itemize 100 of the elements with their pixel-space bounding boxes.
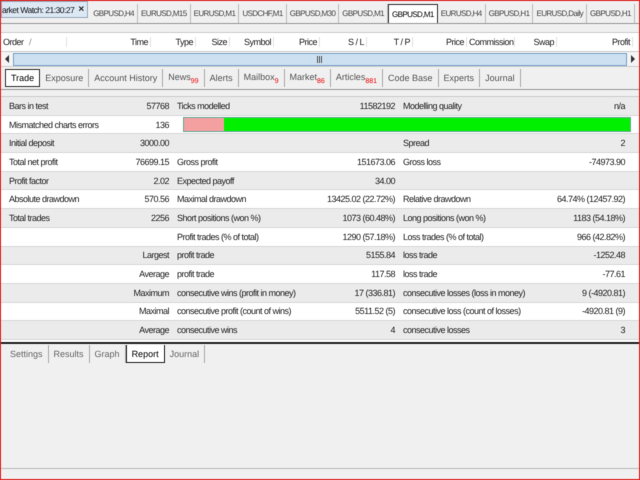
report-label: Absolute drawdown <box>8 194 80 204</box>
chart-tab[interactable]: GBPUSD,H1 <box>587 4 635 23</box>
report-value: 151673.06 <box>356 156 396 167</box>
report-label: loss trade <box>402 250 438 260</box>
tester-tab[interactable]: Settings <box>5 345 49 363</box>
column-header[interactable]: Swap <box>515 37 557 47</box>
report-value: 136 <box>154 120 170 130</box>
report-label: Short positions (won %) <box>176 212 262 223</box>
report-value: 11582192 <box>358 100 396 111</box>
chart-tab[interactable]: USDCHF,M1 <box>239 4 287 23</box>
report-value: 1183 (54.18%) <box>572 212 626 223</box>
report-label: profit trade <box>176 250 216 260</box>
column-header[interactable]: Profit <box>557 37 633 47</box>
report-value: 1290 (57.18%) <box>341 232 396 242</box>
report-value: 34.00 <box>374 176 396 186</box>
grip-icon <box>317 56 323 62</box>
report-value: Largest <box>141 250 170 260</box>
report-label: Mismatched charts errors <box>8 120 100 130</box>
report-value: Maximum <box>132 288 170 298</box>
tester-tab[interactable]: Results <box>48 345 90 363</box>
report-label: Bars in test <box>8 100 50 111</box>
report-value: Average <box>138 269 170 280</box>
report-label: Maximal drawdown <box>176 194 248 204</box>
terminal-tab[interactable]: Market$_{86}$ <box>284 69 331 87</box>
report-label: Ticks modelled <box>176 100 231 111</box>
terminal-tab[interactable]: Exposure <box>40 69 90 87</box>
terminal-tab[interactable]: News$_{99}$ <box>163 69 205 87</box>
tester-tab[interactable]: Journal <box>164 345 206 363</box>
terminal-tab[interactable]: Trade <box>5 69 40 87</box>
column-header[interactable]: Symbol <box>230 37 274 47</box>
terminal-tab[interactable]: Alerts <box>204 69 239 87</box>
chart-tab[interactable]: GBPUSD,M1 <box>388 4 438 23</box>
column-header[interactable]: Time <box>67 37 151 47</box>
terminal-tab[interactable]: Account History <box>89 69 164 87</box>
column-header[interactable]: Order <box>1 37 27 47</box>
report-label: Spread <box>402 138 430 148</box>
terminal-tab[interactable]: Articles$_{881}$ <box>330 69 384 87</box>
column-header[interactable]: / <box>27 37 67 47</box>
market-watch-title: arket Watch: 21:30:27 <box>2 4 74 14</box>
report-value: 9 (-4920.81) <box>580 288 626 298</box>
tester-tab[interactable]: Report <box>126 345 165 363</box>
report-value: Maximal <box>138 306 170 316</box>
chart-tab[interactable]: EURUSD,M15 <box>138 4 191 23</box>
report-label: consecutive losses (loss in money) <box>402 288 526 298</box>
horizontal-scrollbar[interactable] <box>1 52 639 67</box>
report-label: consecutive profit (count of wins) <box>176 306 292 316</box>
scrollbar-thumb[interactable] <box>13 52 627 66</box>
terminal-tab[interactable]: Journal <box>480 69 521 87</box>
chart-tab[interactable]: EURUSD,H4 <box>438 4 486 23</box>
report-label: Initial deposit <box>8 138 56 148</box>
terminal-tab[interactable]: Experts <box>438 69 480 87</box>
report-label: Long positions (won %) <box>402 212 487 223</box>
report-value: 17 (336.81) <box>353 288 396 298</box>
report-label: consecutive loss (count of losses) <box>402 306 522 316</box>
report-label: Gross loss <box>402 156 442 167</box>
chart-tab[interactable]: EURUSD,M1 <box>190 4 240 23</box>
report-label: Total trades <box>8 212 51 223</box>
report-label: loss trade <box>402 269 438 280</box>
report-value: 5155.84 <box>364 250 396 260</box>
chart-tab[interactable]: GBPUSD,H1 <box>486 4 534 23</box>
report-label: consecutive wins <box>176 325 238 336</box>
report-label: Loss trades (% of total) <box>402 232 485 242</box>
column-header[interactable]: Price <box>274 37 320 47</box>
report-value: 4 <box>389 325 396 336</box>
report-label: Profit trades (% of total) <box>176 232 260 242</box>
report-label: Profit factor <box>8 176 50 186</box>
report-value: 13425.02 (22.72%) <box>326 194 396 204</box>
terminal-tab[interactable]: Mailbox$_{9}$ <box>238 69 284 87</box>
close-button[interactable]: × <box>78 4 84 15</box>
column-header[interactable]: S / L <box>320 37 367 47</box>
report-value: 2256 <box>150 212 170 223</box>
column-header[interactable]: Size <box>196 37 230 47</box>
report-value: 966 (42.82%) <box>576 232 626 242</box>
report-value: 3000.00 <box>138 138 170 148</box>
column-header[interactable]: T / P <box>367 37 413 47</box>
report-label: Relative drawdown <box>402 194 472 204</box>
chart-tab[interactable]: EURUSD,Daily <box>533 4 588 23</box>
report-value: 2.02 <box>152 176 170 186</box>
report-value: 64.74% (12457.92) <box>556 194 626 204</box>
column-header[interactable]: Commission <box>467 37 515 47</box>
column-header[interactable]: Type <box>151 37 196 47</box>
report-value: 2 <box>619 138 626 148</box>
report-value: 570.56 <box>143 194 170 204</box>
report-value: 57768 <box>145 100 170 111</box>
report-value: Average <box>138 325 170 336</box>
report-label: Gross profit <box>176 156 219 167</box>
report-value: 1073 (60.48%) <box>341 212 396 223</box>
report-label: profit trade <box>176 269 216 280</box>
right-arrow-icon[interactable] <box>629 54 637 64</box>
column-header[interactable]: Price <box>413 37 467 47</box>
terminal-tab[interactable]: Code Base <box>383 69 439 87</box>
chart-tab[interactable]: GBPUSD,H4 <box>90 4 138 23</box>
left-arrow-icon[interactable] <box>3 54 11 64</box>
report-value: -77.61 <box>601 269 626 280</box>
report-value: n/a <box>612 100 626 111</box>
report-value: -74973.90 <box>588 156 626 167</box>
report-label: Expected payoff <box>176 176 236 186</box>
report-value: 3 <box>619 325 626 336</box>
chart-tab[interactable]: GBPUSD,M30 <box>286 4 340 23</box>
report-label: consecutive losses <box>402 325 471 336</box>
